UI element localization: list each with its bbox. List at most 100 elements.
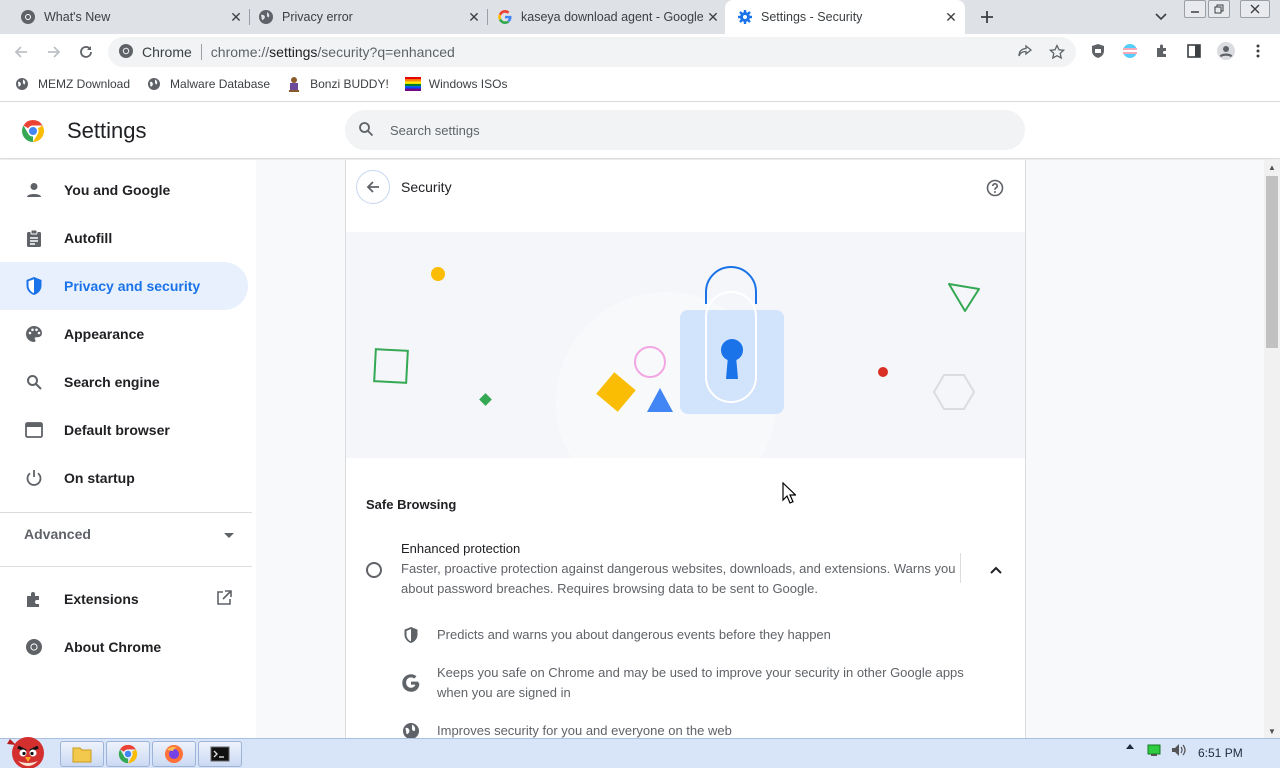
close-icon[interactable]: ✕ — [703, 7, 723, 27]
start-button[interactable] — [4, 731, 50, 768]
side-panel-icon — [1187, 44, 1201, 58]
tab-search-button[interactable] — [1150, 6, 1172, 28]
address-bar[interactable]: Chrome chrome://settings/security?q=enha… — [108, 37, 1076, 67]
tab-kaseya-search[interactable]: kaseya download agent - Google ✕ — [477, 0, 727, 34]
enhanced-protection-radio[interactable] — [366, 562, 382, 578]
page-title: Settings — [67, 118, 147, 143]
help-button[interactable] — [984, 177, 1006, 199]
feature-text: Predicts and warns you about dangerous e… — [437, 627, 831, 642]
reload-button[interactable] — [74, 40, 98, 64]
bookmark-malware-database[interactable]: Malware Database — [146, 76, 270, 92]
minimize-icon — [1191, 11, 1199, 13]
globe-icon — [146, 76, 162, 92]
settings-gear-icon — [737, 9, 753, 25]
profile-button[interactable] — [1215, 40, 1237, 62]
sidebar-item-default-browser[interactable]: Default browser — [0, 406, 248, 454]
share-icon — [1018, 44, 1033, 57]
windows-flag-icon — [404, 76, 421, 92]
arrow-left-icon — [366, 181, 379, 193]
sidebar-item-search-engine[interactable]: Search engine — [0, 358, 248, 406]
tab-settings-security[interactable]: Settings - Security ✕ — [725, 0, 965, 34]
globe-icon — [14, 76, 30, 92]
new-tab-button[interactable] — [975, 5, 999, 29]
scroll-down-arrow-icon[interactable]: ▼ — [1264, 724, 1280, 738]
sidebar-item-label: About Chrome — [64, 639, 162, 655]
url-host: settings — [269, 44, 318, 60]
sidebar-item-appearance[interactable]: Appearance — [0, 310, 248, 358]
shield-icon — [24, 276, 44, 296]
settings-search[interactable] — [345, 110, 1025, 150]
sidebar-item-about-chrome[interactable]: About Chrome — [0, 623, 248, 671]
subpage-title: Security — [401, 179, 452, 195]
taskbar-firefox-button[interactable] — [152, 741, 196, 767]
chrome-logo-icon — [21, 119, 45, 143]
help-icon — [986, 179, 1004, 197]
google-g-icon — [401, 673, 421, 693]
back-arrow-button[interactable] — [356, 170, 390, 204]
chrome-icon — [20, 9, 36, 25]
scroll-thumb[interactable] — [1266, 176, 1278, 348]
pride-extension-button[interactable] — [1119, 40, 1141, 62]
tray-expand-icon[interactable] — [1124, 743, 1136, 749]
chrome-icon — [118, 43, 134, 62]
scroll-up-arrow-icon[interactable]: ▲ — [1264, 160, 1280, 174]
search-input[interactable] — [390, 122, 950, 138]
sidebar-item-privacy-and-security[interactable]: Privacy and security — [0, 262, 248, 310]
sidebar-item-label: Search engine — [64, 374, 160, 390]
sidebar-item-you-and-google[interactable]: You and Google — [0, 166, 248, 214]
page-scrollbar[interactable]: ▲ ▼ — [1264, 160, 1280, 738]
card-header: Security — [346, 160, 1025, 214]
taskbar-chrome-button[interactable] — [106, 741, 150, 767]
taskbar-cmd-button[interactable] — [198, 741, 242, 767]
taskbar-clock[interactable]: 6:51 PM — [1198, 746, 1243, 760]
sidebar-item-label: You and Google — [64, 182, 171, 198]
ublock-extension-button[interactable] — [1087, 40, 1109, 62]
open-in-new-icon — [216, 589, 232, 609]
section-title-safe-browsing: Safe Browsing — [366, 497, 457, 512]
tab-title: Settings - Security — [761, 10, 863, 24]
browser-window-icon — [24, 420, 44, 440]
back-button[interactable] — [9, 40, 33, 64]
chevron-down-icon — [1155, 13, 1167, 21]
volume-icon[interactable] — [1170, 743, 1188, 757]
tab-whats-new[interactable]: What's New ✕ — [0, 0, 250, 34]
settings-main: Security Safe Browsing Enhanced protecti… — [256, 160, 1264, 738]
side-panel-button[interactable] — [1183, 40, 1205, 62]
sidebar-item-label: Autofill — [64, 230, 113, 246]
sidebar-item-extensions[interactable]: Extensions — [0, 575, 248, 623]
power-icon — [24, 468, 44, 488]
minimize-button[interactable] — [1184, 0, 1206, 18]
restore-icon — [1214, 4, 1224, 14]
forward-button[interactable] — [42, 40, 66, 64]
bookmark-bonzi-buddy[interactable]: Bonzi BUDDY! — [286, 76, 389, 92]
restore-button[interactable] — [1208, 0, 1230, 18]
extensions-button[interactable] — [1151, 40, 1173, 62]
close-window-button[interactable] — [1240, 0, 1270, 18]
option-title: Enhanced protection — [401, 541, 521, 556]
network-icon[interactable] — [1146, 743, 1162, 757]
tab-title: kaseya download agent - Google — [521, 10, 703, 24]
taskbar-explorer-button[interactable] — [60, 741, 104, 767]
url-scheme: chrome:// — [210, 44, 270, 60]
angry-bird-start-icon — [7, 737, 44, 768]
share-button[interactable] — [1014, 41, 1036, 63]
close-icon[interactable]: ✕ — [941, 7, 961, 27]
bookmark-memz[interactable]: MEMZ Download — [14, 76, 130, 92]
folder-icon — [72, 747, 92, 763]
sidebar-item-on-startup[interactable]: On startup — [0, 454, 248, 502]
sidebar-item-autofill[interactable]: Autofill — [0, 214, 248, 262]
bonzi-icon — [286, 76, 302, 92]
sidebar-item-label: Appearance — [64, 326, 145, 342]
divider — [960, 553, 961, 583]
sidebar-item-label: On startup — [64, 470, 135, 486]
chrome-menu-button[interactable] — [1247, 40, 1269, 62]
advanced-section-toggle[interactable]: Advanced — [24, 526, 234, 542]
windows-taskbar: 6:51 PM — [0, 737, 1280, 768]
bookmark-star-button[interactable] — [1046, 41, 1068, 63]
tab-privacy-error[interactable]: Privacy error ✕ — [238, 0, 488, 34]
terminal-icon — [210, 746, 230, 762]
avatar-icon — [1217, 42, 1235, 60]
bookmark-windows-isos[interactable]: Windows ISOs — [404, 76, 507, 92]
collapse-button[interactable] — [984, 558, 1008, 582]
flag-extension-icon — [1123, 44, 1137, 58]
